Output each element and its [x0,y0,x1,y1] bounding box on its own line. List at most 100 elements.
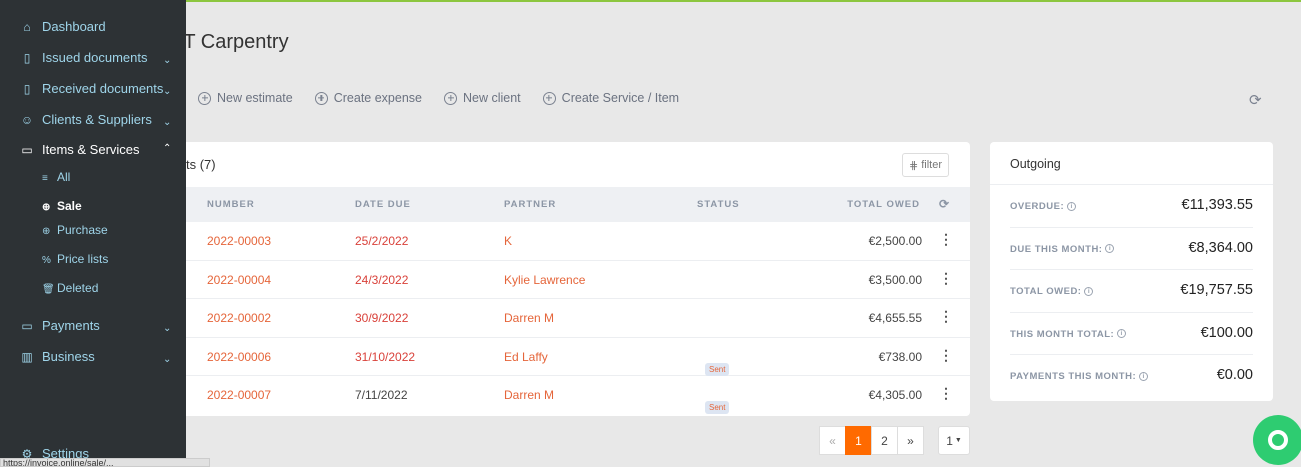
document-number[interactable]: 2022-00006 [207,350,271,364]
chevron-down-icon[interactable]: ⌄ [163,55,171,66]
archive-icon: ▭ [21,142,33,157]
document-number[interactable]: 2022-00002 [207,311,271,325]
new-estimate-button[interactable]: New estimate [198,91,293,105]
summary-label: TOTAL OWED: [1010,286,1082,297]
sidebar-item-issued-documents[interactable]: ▯ Issued documents [19,50,148,65]
document-number[interactable]: 2022-00003 [207,234,271,248]
col-partner[interactable]: PARTNER [504,199,556,210]
table-row[interactable]: 2022-00004 24/3/2022 Kylie Lawrence €3,5… [150,261,970,299]
summary-label: PAYMENTS THIS MONTH: [1010,371,1137,382]
more-vertical-icon[interactable]: ⋮ [939,231,953,248]
date-due: 7/11/2022 [355,388,408,402]
sidebar-item-label: Clients & Suppliers [42,112,152,127]
sidebar-item-items-services[interactable]: ▭ Items & Services [19,142,140,157]
more-vertical-icon[interactable]: ⋮ [939,347,953,364]
page-1-button[interactable]: 1 [845,426,872,455]
trash-icon: 🗑︎ [42,284,55,295]
summary-value: €11,393.55 [1181,197,1254,213]
sidebar-subitem-label: Deleted [57,281,99,295]
arrow-up-circle-icon: ⊕ [42,202,51,213]
sidebar-item-label: Items & Services [42,142,140,157]
per-page-select[interactable]: 1 ▼ [938,426,970,455]
table-row[interactable]: 2022-00007 7/11/2022 Darren M Sent €4,30… [150,376,970,415]
outgoing-card: Outgoing OVERDUE: i €11,393.55 DUE THIS M… [990,142,1273,401]
sidebar-item-label: Received documents [42,81,164,96]
sidebar-item-dashboard[interactable]: ⌂ Dashboard [19,19,106,34]
more-vertical-icon[interactable]: ⋮ [939,270,953,287]
refresh-icon[interactable]: ⟳ [939,197,950,211]
caret-down-icon: ▼ [954,437,962,444]
sidebar-subitem-purchase[interactable]: ⊕ Purchase [42,223,108,237]
col-total-owed[interactable]: TOTAL OWED [847,199,920,210]
info-icon[interactable]: i [1067,201,1077,211]
sidebar: ⌂ Dashboard ▯ Issued documents ⌄ ▯ Recei… [0,0,186,467]
users-icon: ☺ [20,112,34,127]
summary-label: OVERDUE: [1010,201,1065,212]
chevron-down-icon[interactable]: ⌄ [163,354,171,365]
table-row[interactable]: 2022-00006 31/10/2022 Ed Laffy Sent €738… [150,338,970,376]
sidebar-item-clients-suppliers[interactable]: ☺ Clients & Suppliers [19,112,152,127]
filter-button[interactable]: ⋕ filter [902,153,949,177]
arrow-down-circle-icon: ⊕ [42,226,51,237]
table-row[interactable]: 2022-00002 30/9/2022 Darren M €4,655.55 … [150,299,970,338]
summary-value: €8,364.00 [1188,239,1253,256]
filter-icon: ⋕ [909,159,919,172]
more-vertical-icon[interactable]: ⋮ [939,308,953,325]
chevron-up-icon[interactable]: ⌃ [163,143,171,154]
document-number[interactable]: 2022-00007 [207,388,271,402]
partner-link[interactable]: K [504,234,512,248]
actions-bar: New estimate Create expense New client C… [198,91,679,105]
documents-card: ts (7) ⋕ filter NUMBER DATE DUE PARTNER … [150,142,970,416]
help-button[interactable] [1253,415,1301,465]
page-2-button[interactable]: 2 [871,426,898,455]
sidebar-item-label: Business [42,349,95,364]
credit-card-icon: ▭ [21,318,33,333]
status-bar-url: https://invoice.online/sale/... [0,458,210,467]
building-icon: ▥ [21,349,33,364]
partner-link[interactable]: Kylie Lawrence [504,273,585,287]
create-service-item-button[interactable]: Create Service / Item [542,91,679,105]
info-icon[interactable]: i [1117,329,1127,339]
partner-link[interactable]: Darren M [504,311,554,325]
sidebar-item-business[interactable]: ▥ Business [19,349,95,364]
prev-page-button[interactable]: « [819,426,846,455]
summary-row: THIS MONTH TOTAL: i €100.00 [1010,313,1253,355]
plus-circle-icon [444,91,457,105]
sidebar-item-label: Dashboard [42,19,106,34]
sidebar-subitem-all[interactable]: ≡ All [42,170,70,184]
table-row[interactable]: 2022-00003 25/2/2022 K €2,500.00 ⋮ [150,222,970,261]
total-owed: €738.00 [878,349,922,364]
chevron-down-icon[interactable]: ⌄ [163,117,171,128]
col-status[interactable]: STATUS [697,199,740,210]
col-date-due[interactable]: DATE DUE [355,199,411,210]
sidebar-subitem-price-lists[interactable]: % Price lists [42,252,108,266]
chevron-down-icon[interactable]: ⌄ [163,323,171,334]
more-vertical-icon[interactable]: ⋮ [939,385,953,402]
home-icon: ⌂ [23,19,31,34]
chevron-down-icon[interactable]: ⌄ [163,86,171,97]
col-number[interactable]: NUMBER [207,199,255,210]
create-expense-label: Create expense [333,91,422,105]
partner-link[interactable]: Ed Laffy [504,350,548,364]
sidebar-item-payments[interactable]: ▭ Payments [19,318,99,333]
sidebar-subitem-sale[interactable]: ⊕ Sale [42,199,82,213]
date-due: 24/3/2022 [355,272,409,287]
document-number[interactable]: 2022-00004 [207,273,271,287]
sidebar-item-label: Issued documents [42,50,148,65]
info-icon[interactable]: i [1084,286,1094,296]
card-title: ts (7) [186,157,216,172]
sidebar-item-received-documents[interactable]: ▯ Received documents [19,81,164,96]
plus-circle-icon [314,91,328,105]
per-page-value: 1 [946,433,953,448]
next-page-button[interactable]: » [897,426,924,455]
date-due: 31/10/2022 [355,349,416,364]
sidebar-subitem-deleted[interactable]: 🗑︎ Deleted [42,281,98,295]
refresh-icon[interactable]: ⟳ [1249,91,1262,109]
percent-icon: % [42,255,51,266]
new-client-button[interactable]: New client [444,91,521,105]
table-header: NUMBER DATE DUE PARTNER STATUS TOTAL OWE… [150,187,970,222]
create-expense-button[interactable]: Create expense [314,91,422,105]
info-icon[interactable]: i [1139,371,1149,381]
partner-link[interactable]: Darren M [504,388,554,402]
info-icon[interactable]: i [1105,244,1115,254]
